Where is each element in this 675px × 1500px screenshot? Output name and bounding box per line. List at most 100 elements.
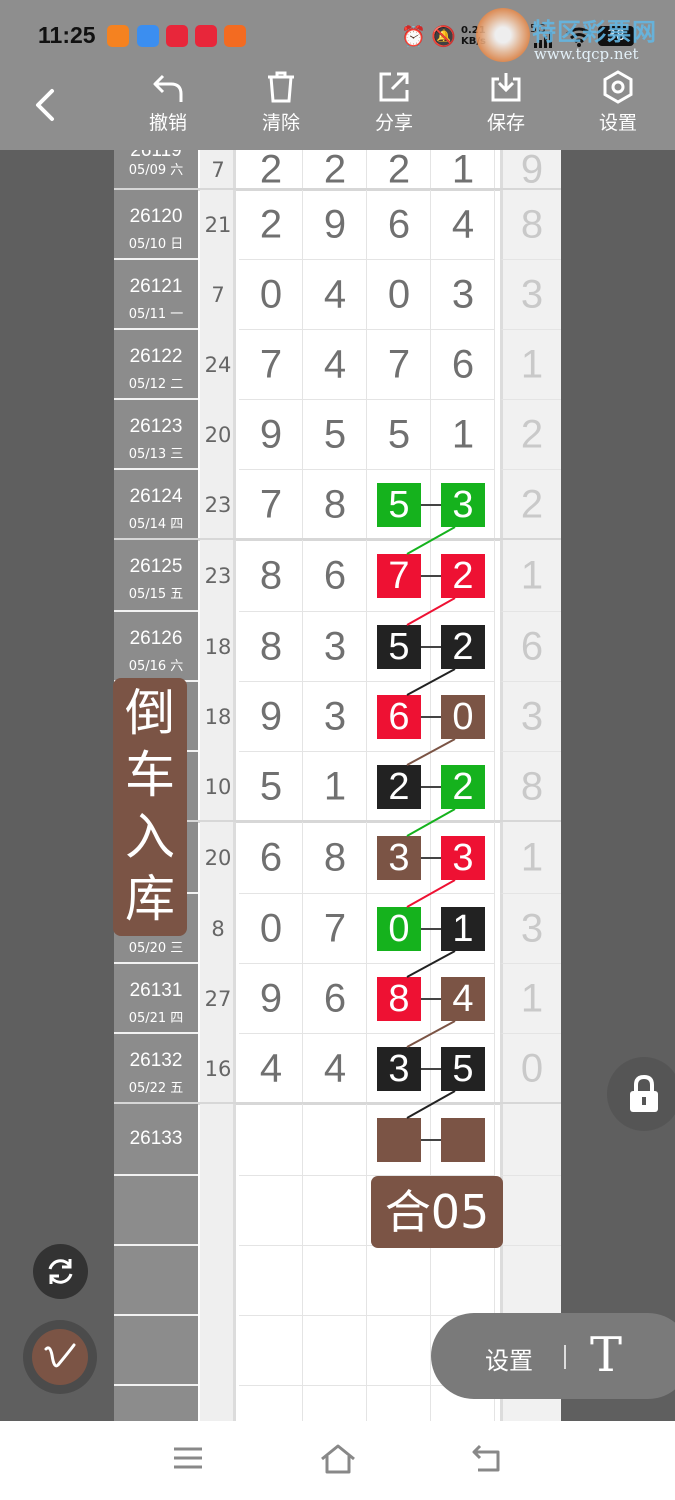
- digit-cell[interactable]: 6: [239, 822, 303, 894]
- digit-cell[interactable]: 1: [303, 752, 367, 822]
- digit-cell[interactable]: [239, 1246, 303, 1316]
- digit-cell[interactable]: 4: [303, 330, 367, 400]
- digit-cell[interactable]: 2: [431, 540, 495, 612]
- issue-number: 26122: [129, 346, 183, 367]
- home-icon[interactable]: [319, 1443, 357, 1475]
- digit-cell[interactable]: 5: [431, 1034, 495, 1104]
- digit-cell[interactable]: 3: [431, 260, 495, 330]
- digit-cell[interactable]: 9: [239, 964, 303, 1034]
- digit-cell[interactable]: 4: [303, 1034, 367, 1104]
- pen-tool-button[interactable]: [23, 1320, 97, 1394]
- digit-cell[interactable]: 3: [303, 612, 367, 682]
- back-nav-icon[interactable]: [470, 1443, 504, 1473]
- digit-cell[interactable]: [239, 1104, 303, 1176]
- digit-cell[interactable]: [367, 1316, 431, 1386]
- extra-cell: 9: [500, 150, 561, 191]
- digit-cell[interactable]: 5: [303, 400, 367, 470]
- lock-button[interactable]: [607, 1057, 675, 1131]
- digit-cell[interactable]: 2: [239, 190, 303, 260]
- digit-cell[interactable]: 1: [431, 150, 495, 191]
- digit-cell[interactable]: 5: [367, 400, 431, 470]
- extra-value: 3: [520, 906, 544, 950]
- digit-cell[interactable]: [303, 1176, 367, 1246]
- digit-cell[interactable]: 3: [367, 1034, 431, 1104]
- digit-cell[interactable]: 7: [303, 894, 367, 964]
- digit-cell[interactable]: [367, 1104, 431, 1176]
- digit-cell[interactable]: 6: [367, 190, 431, 260]
- digit-cell[interactable]: 9: [239, 682, 303, 752]
- digit-cell[interactable]: 6: [431, 330, 495, 400]
- digit-cell[interactable]: [239, 1176, 303, 1246]
- pen-stroke-icon: [44, 1343, 76, 1368]
- digit-cell[interactable]: 2: [239, 150, 303, 191]
- sum-cell: 18: [200, 682, 236, 752]
- digit-cell[interactable]: 7: [367, 540, 431, 612]
- digit-value: 1: [451, 150, 475, 191]
- issue-cell: 26133: [114, 1104, 198, 1176]
- digit-cell[interactable]: 3: [431, 822, 495, 894]
- digit-cell[interactable]: 3: [431, 470, 495, 540]
- digit-cell[interactable]: 2: [303, 150, 367, 191]
- digit-cell[interactable]: 5: [367, 470, 431, 540]
- digit-cell[interactable]: 1: [431, 894, 495, 964]
- issue-date: 05/09 六: [128, 163, 184, 178]
- digit-cell[interactable]: [431, 1104, 495, 1176]
- digit-cell[interactable]: 8: [367, 964, 431, 1034]
- digit-cell[interactable]: [367, 1246, 431, 1316]
- highlight-box: 6: [375, 692, 423, 741]
- digit-cell[interactable]: 5: [239, 752, 303, 822]
- save-button[interactable]: 保存: [471, 70, 541, 142]
- digit-cell[interactable]: [367, 1386, 431, 1421]
- digit-cell[interactable]: 3: [367, 822, 431, 894]
- clear-button[interactable]: 清除: [246, 70, 316, 142]
- digit-cell[interactable]: [303, 1246, 367, 1316]
- digit-cell[interactable]: 2: [431, 612, 495, 682]
- digit-cell[interactable]: 7: [239, 330, 303, 400]
- digit-cell[interactable]: 4: [239, 1034, 303, 1104]
- digit-cell[interactable]: [303, 1386, 367, 1421]
- digit-cell[interactable]: 2: [367, 150, 431, 191]
- issue-cell: 26125 05/15 五: [114, 540, 198, 612]
- back-button[interactable]: [28, 85, 64, 125]
- digit-cell[interactable]: 4: [431, 964, 495, 1034]
- digit-cell[interactable]: 8: [303, 470, 367, 540]
- digit-cell[interactable]: 3: [303, 682, 367, 752]
- settings-button[interactable]: 设置: [583, 70, 653, 142]
- undo-button[interactable]: 撤销: [133, 70, 203, 142]
- digit-cell[interactable]: 8: [239, 612, 303, 682]
- menu-icon[interactable]: [172, 1443, 204, 1473]
- digit-cell[interactable]: [431, 1246, 495, 1316]
- highlight-box: 2: [439, 551, 487, 600]
- digit-cell[interactable]: 6: [303, 964, 367, 1034]
- digit-cell[interactable]: [239, 1386, 303, 1421]
- share-button[interactable]: 分享: [359, 70, 429, 142]
- digit-cell[interactable]: 9: [239, 400, 303, 470]
- digit-cell[interactable]: 0: [239, 894, 303, 964]
- digit-cell[interactable]: 7: [367, 330, 431, 400]
- panel-settings-button[interactable]: 设置: [485, 1341, 533, 1376]
- digit-cell[interactable]: 4: [431, 190, 495, 260]
- digit-cell[interactable]: 0: [367, 894, 431, 964]
- digit-cell[interactable]: 4: [303, 260, 367, 330]
- digit-cell[interactable]: 0: [239, 260, 303, 330]
- digit-cell[interactable]: 1: [431, 400, 495, 470]
- digit-cell[interactable]: 2: [431, 752, 495, 822]
- highlight-box: 7: [375, 551, 423, 600]
- digit-cell[interactable]: 7: [239, 470, 303, 540]
- digit-cell[interactable]: [239, 1316, 303, 1386]
- digit-cell[interactable]: 9: [303, 190, 367, 260]
- download-icon: [491, 73, 521, 102]
- digit-cell[interactable]: 8: [303, 822, 367, 894]
- digit-cell[interactable]: 6: [303, 540, 367, 612]
- digit-cell[interactable]: [303, 1316, 367, 1386]
- digit-cell[interactable]: [303, 1104, 367, 1176]
- issue-cell: 26121 05/11 一: [114, 260, 198, 330]
- digit-cell[interactable]: 5: [367, 612, 431, 682]
- digit-cell[interactable]: 8: [239, 540, 303, 612]
- digit-cell[interactable]: 0: [431, 682, 495, 752]
- digit-cell[interactable]: 2: [367, 752, 431, 822]
- digit-cell[interactable]: 6: [367, 682, 431, 752]
- digit-cell[interactable]: 0: [367, 260, 431, 330]
- refresh-button[interactable]: [33, 1244, 88, 1299]
- text-tool-icon[interactable]: T: [590, 1327, 622, 1383]
